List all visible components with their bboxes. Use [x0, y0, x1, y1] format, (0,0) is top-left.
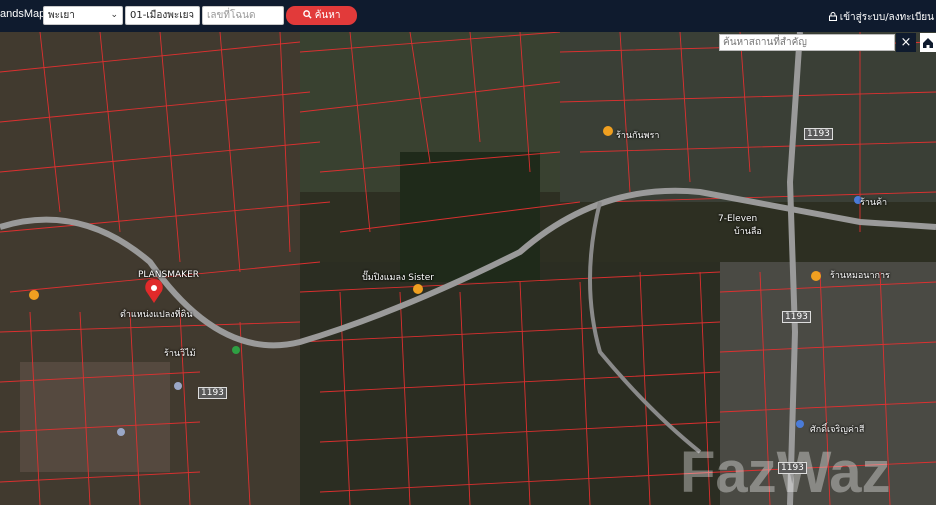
province-select[interactable]: พะเยา ⌄	[43, 6, 123, 25]
parcel-number-placeholder: เลขที่โฉนด	[207, 10, 256, 21]
place-search-placeholder: ค้นหาสถานที่สำคัญ	[723, 37, 807, 48]
map-label: ร้านกันพรา	[616, 131, 660, 141]
login-link[interactable]: เข้าสู่ระบบ/ลงทะเบียน	[828, 10, 934, 25]
map-label: ร้านวิไม้	[164, 349, 196, 359]
map-label: ร้านหมอนาการ	[830, 271, 890, 281]
road-number-label: 1193	[782, 311, 811, 323]
district-select[interactable]: 01-เมืองพะเยา ⌄	[125, 6, 200, 25]
close-button[interactable]: ×	[896, 33, 916, 52]
map-label: PLANSMAKER	[138, 270, 200, 280]
map-canvas[interactable]: FazWaz PLANSMAKER ตำแหน่งแปลงที่ดิน ปั๊ม…	[0, 32, 936, 505]
search-icon	[302, 10, 312, 19]
province-select-value: พะเยา	[48, 10, 75, 21]
chevron-down-icon: ⌄	[110, 10, 118, 20]
home-icon	[923, 38, 933, 48]
search-button[interactable]: ค้นหา	[286, 6, 357, 25]
home-button[interactable]	[920, 33, 936, 52]
map-label: 7-Eleven	[718, 214, 758, 224]
district-select-value: 01-เมืองพะเยา	[130, 10, 195, 21]
satellite-map[interactable]: FazWaz	[0, 32, 936, 505]
top-navigation-bar: andsMaps พะเยา ⌄ 01-เมืองพะเยา ⌄ เลขที่โ…	[0, 0, 936, 32]
close-icon: ×	[900, 35, 912, 50]
parcel-number-input[interactable]: เลขที่โฉนด	[202, 6, 284, 25]
road-number-label: 1193	[198, 387, 227, 399]
map-label: ร้านค้า	[860, 198, 888, 208]
login-link-label: เข้าสู่ระบบ/ลงทะเบียน	[839, 12, 934, 23]
map-label: บ้านลือ	[734, 227, 762, 237]
road-number-label: 1193	[804, 128, 833, 140]
search-button-label: ค้นหา	[314, 10, 341, 21]
map-label: ศักดิ์เจริญค่าสี	[810, 425, 865, 435]
map-label: ปั๊มปิงแมลง Sister	[362, 273, 434, 283]
map-label: ตำแหน่งแปลงที่ดิน	[120, 310, 193, 320]
chevron-down-icon: ⌄	[187, 10, 195, 20]
place-search-input[interactable]: ค้นหาสถานที่สำคัญ	[719, 34, 895, 51]
lock-icon	[828, 12, 837, 21]
road-number-label: 1193	[778, 462, 807, 474]
